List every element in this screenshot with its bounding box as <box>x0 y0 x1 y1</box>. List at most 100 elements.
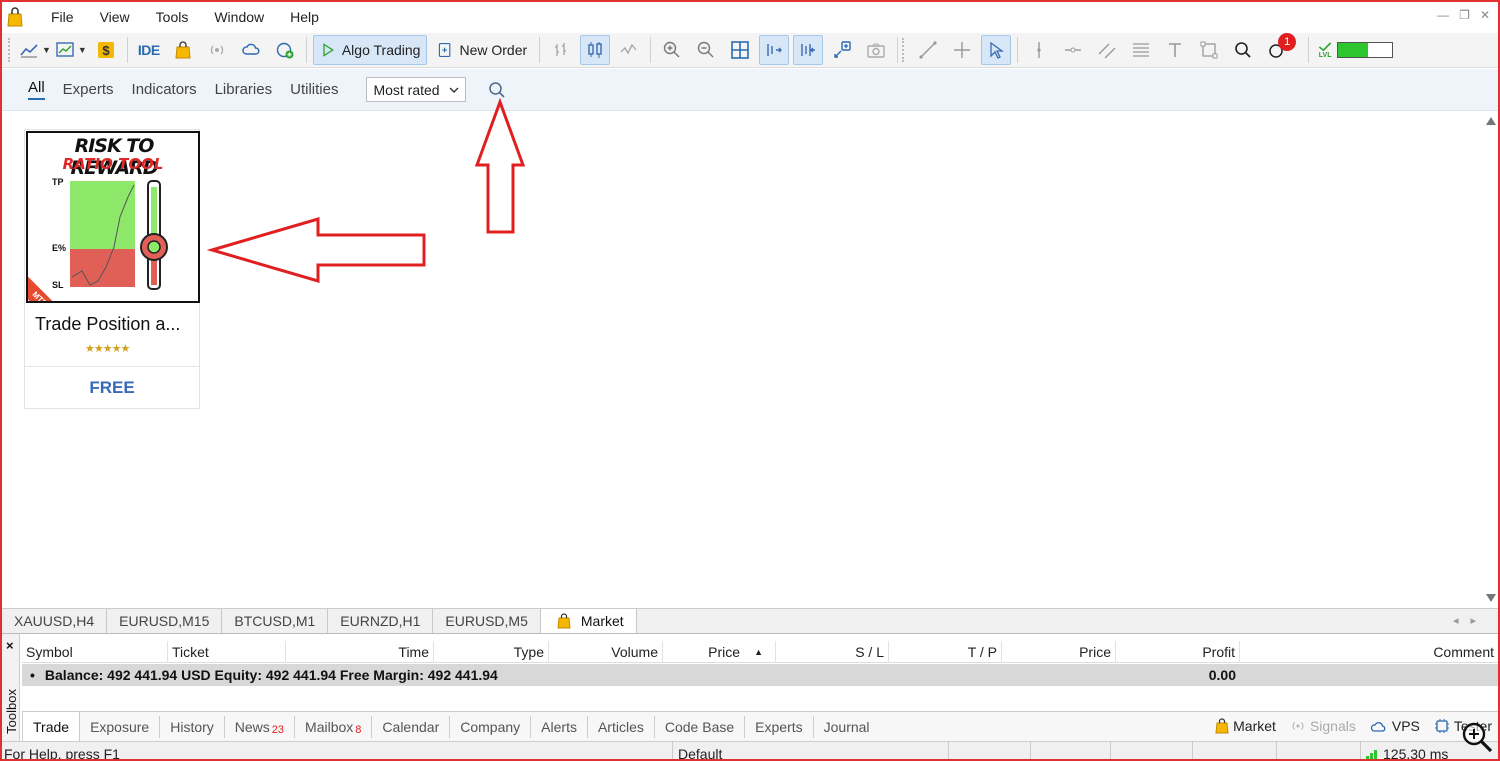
close-icon[interactable]: ✕ <box>1480 8 1490 22</box>
tab-libraries[interactable]: Libraries <box>215 81 273 98</box>
tab-all[interactable]: All <box>28 79 45 100</box>
fibonacci-tool-button[interactable] <box>1126 35 1156 65</box>
chart-tab-xauusd-h4[interactable]: XAUUSD,H4 <box>2 609 108 633</box>
magnifier-zoom-icon[interactable] <box>1460 720 1494 754</box>
status-connection[interactable]: 125.30 ms <box>1366 746 1448 761</box>
product-name[interactable]: Trade Position a... <box>35 314 180 335</box>
crosshair-tool-button[interactable] <box>947 35 977 65</box>
col-volume[interactable]: Volume <box>549 640 663 663</box>
menu-file[interactable]: File <box>38 9 87 25</box>
toolbox-tab-journal[interactable]: Journal <box>814 716 880 738</box>
toolbar-separator <box>650 37 652 63</box>
vps-button[interactable] <box>236 35 266 65</box>
horizontal-line-button[interactable] <box>1058 35 1088 65</box>
scroll-down-icon[interactable] <box>1486 594 1496 602</box>
vertical-scrollbar[interactable] <box>1484 111 1498 608</box>
col-current-price[interactable]: Price <box>1002 640 1116 663</box>
menu-window[interactable]: Window <box>201 9 277 25</box>
toolbox-tab-calendar[interactable]: Calendar <box>372 715 451 738</box>
zoom-out-button[interactable] <box>691 35 721 65</box>
screenshot-button[interactable] <box>861 35 891 65</box>
toolbox-tab-label: Code Base <box>664 718 735 735</box>
toolbox-tab-trade[interactable]: Trade <box>22 711 81 742</box>
toolbox-tab-news[interactable]: News 23 <box>225 715 296 738</box>
autoscroll-button[interactable] <box>759 35 790 65</box>
notification-badge: 1 <box>1278 33 1297 51</box>
chart-shift-button[interactable] <box>793 35 824 65</box>
product-price-button[interactable]: FREE <box>25 378 199 398</box>
chart-tab-market[interactable]: Market <box>540 609 637 633</box>
market-search-button[interactable] <box>486 79 508 101</box>
tab-experts[interactable]: Experts <box>63 81 114 98</box>
indicators-button[interactable] <box>827 35 857 65</box>
toolbox-tab-experts[interactable]: Experts <box>745 715 814 738</box>
text-tool-button[interactable] <box>1160 35 1190 65</box>
minimize-icon[interactable]: — <box>1437 8 1449 22</box>
col-profit[interactable]: Profit <box>1116 640 1240 663</box>
dollar-button[interactable]: $ <box>91 35 121 65</box>
shapes-tool-button[interactable] <box>1194 35 1224 65</box>
thumbnail-label-sl: SL <box>52 280 64 290</box>
algo-trading-button[interactable]: Algo Trading <box>312 35 428 65</box>
balance-row[interactable]: • Balance: 492 441.94 USD Equity: 492 44… <box>22 664 1498 686</box>
chart-tab-eurusd-m5[interactable]: EURUSD,M5 <box>433 609 541 633</box>
toolbox-tab-company[interactable]: Company <box>450 715 532 738</box>
col-type[interactable]: Type <box>434 640 549 663</box>
trendline-tool-button[interactable] <box>913 35 943 65</box>
tab-indicators[interactable]: Indicators <box>132 81 197 98</box>
col-symbol[interactable]: Symbol <box>22 640 168 663</box>
signals-button[interactable] <box>202 35 232 65</box>
zoom-in-button[interactable] <box>657 35 687 65</box>
restore-icon[interactable]: ❐ <box>1459 8 1470 22</box>
col-price[interactable]: Price ▲ <box>663 640 776 663</box>
product-card[interactable]: RISK TO REWARD RATIO TOOL TP E% SL MT5 T… <box>24 129 200 409</box>
toolbox-tab-history[interactable]: History <box>160 715 225 738</box>
cursor-tool-button[interactable] <box>981 35 1012 65</box>
broadcast-icon <box>210 45 223 55</box>
tab-scroll-arrows-icon[interactable]: ◂▸ <box>1453 614 1488 627</box>
sort-dropdown[interactable]: Most rated <box>366 77 467 102</box>
text-icon <box>1169 43 1182 57</box>
ide-button[interactable]: IDE <box>134 35 164 65</box>
chart-tab-eurnzd-h1[interactable]: EURNZD,H1 <box>328 609 434 633</box>
line-chart-button[interactable] <box>614 35 644 65</box>
candlestick-button[interactable] <box>580 35 611 65</box>
thumbnail-label-tp: TP <box>52 177 64 187</box>
notifications-button[interactable]: 1 <box>1262 33 1297 65</box>
profiles-button[interactable]: ▼ <box>55 35 87 65</box>
toolbox-tab-label: Mailbox <box>305 718 354 735</box>
product-thumbnail[interactable]: RISK TO REWARD RATIO TOOL TP E% SL MT5 <box>26 131 200 303</box>
new-order-button[interactable]: New Order <box>431 35 533 65</box>
col-comment[interactable]: Comment <box>1240 641 1498 663</box>
chart-tab-eurusd-m15[interactable]: EURUSD,M15 <box>107 609 223 633</box>
tile-windows-button[interactable] <box>725 35 755 65</box>
shopping-bag-icon <box>557 613 571 629</box>
menu-tools[interactable]: Tools <box>143 9 202 25</box>
new-chart-button[interactable]: ▼ <box>19 35 51 65</box>
chart-tab-btcusd-m1[interactable]: BTCUSD,M1 <box>222 609 329 633</box>
col-take-profit[interactable]: T / P <box>889 640 1002 663</box>
add-web-button[interactable] <box>270 35 300 65</box>
scroll-up-icon[interactable] <box>1486 117 1496 125</box>
bar-chart-button[interactable] <box>546 35 576 65</box>
col-time[interactable]: Time <box>286 640 434 663</box>
search-button[interactable] <box>1228 35 1258 65</box>
toolbox-link-signals[interactable]: Signals <box>1290 718 1356 734</box>
menu-help[interactable]: Help <box>277 9 332 25</box>
toolbox-tab-exposure[interactable]: Exposure <box>80 715 161 738</box>
col-ticket[interactable]: Ticket <box>168 640 286 663</box>
toolbox-link-market[interactable]: Market <box>1215 718 1276 734</box>
tab-utilities[interactable]: Utilities <box>290 81 338 98</box>
toolbox-tab-code-base[interactable]: Code Base <box>655 715 746 738</box>
toolbox-close-icon[interactable]: × <box>6 638 14 653</box>
menu-view[interactable]: View <box>87 9 143 25</box>
toolbox-tab-alerts[interactable]: Alerts <box>531 715 588 738</box>
vertical-line-button[interactable] <box>1024 35 1054 65</box>
level-button[interactable]: LVL <box>1315 35 1335 65</box>
col-stop-loss[interactable]: S / L <box>776 640 889 663</box>
toolbox-tab-mailbox[interactable]: Mailbox 8 <box>295 715 373 738</box>
toolbox-tab-articles[interactable]: Articles <box>588 715 655 738</box>
market-button[interactable] <box>168 35 198 65</box>
channel-tool-button[interactable] <box>1092 35 1122 65</box>
toolbox-link-vps[interactable]: VPS <box>1370 718 1420 734</box>
